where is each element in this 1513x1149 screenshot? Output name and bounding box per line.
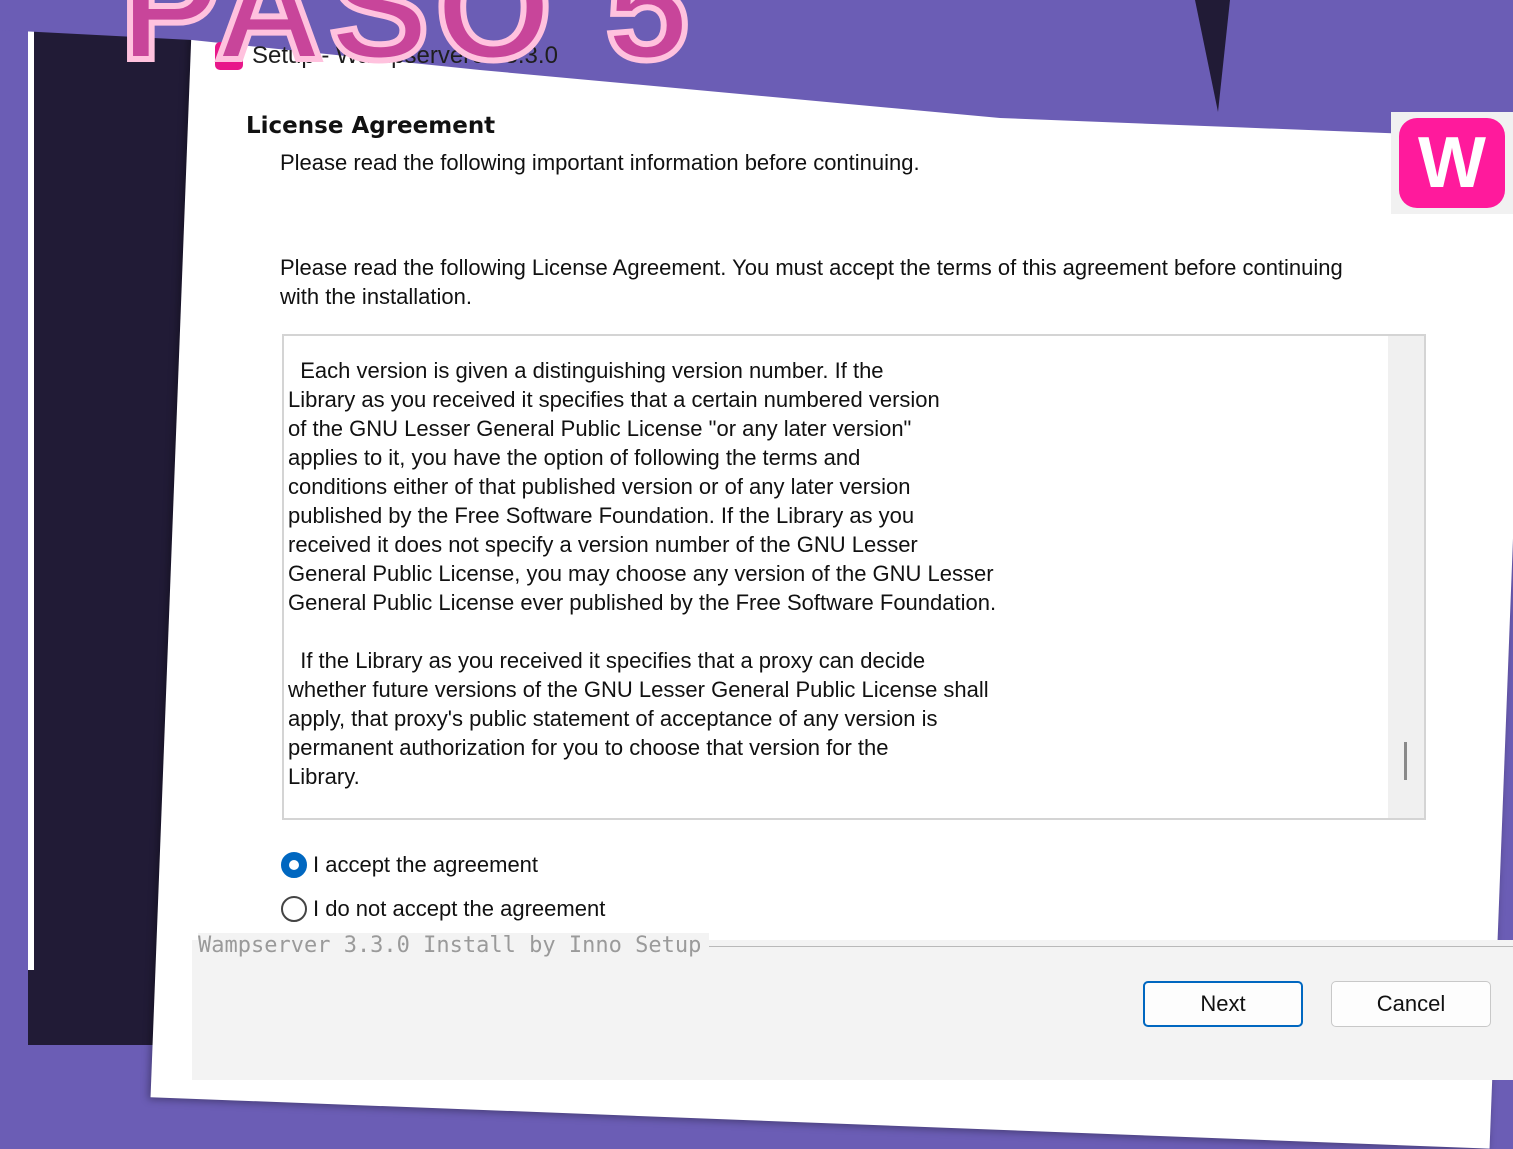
decline-label[interactable]: I do not accept the agreement [313,896,605,922]
scrollbar-thumb[interactable] [1404,742,1407,780]
accept-label[interactable]: I accept the agreement [313,852,538,878]
page-title: License Agreement [246,113,496,139]
dialog-footer-area [192,940,1513,1080]
accept-radio[interactable] [281,852,307,878]
installer-footer-label: Wampserver 3.3.0 Install by Inno Setup [198,933,710,958]
page-subtitle: Please read the following important info… [280,150,920,175]
background-panel-edge [28,0,34,970]
wampserver-logo-icon: W [1399,118,1505,208]
accept-option[interactable]: I accept the agreement [281,852,538,878]
step-heading: PASO 5 [117,0,696,91]
next-button[interactable]: Next [1143,981,1303,1027]
decline-radio[interactable] [281,896,307,922]
license-textbox[interactable]: Each version is given a distinguishing v… [282,334,1426,820]
license-scrollbar[interactable] [1388,336,1424,818]
license-text: Each version is given a distinguishing v… [288,358,997,789]
cancel-button[interactable]: Cancel [1331,981,1491,1027]
license-intro: Please read the following License Agreem… [280,255,1343,309]
wampserver-logo: W [1391,112,1513,214]
decline-option[interactable]: I do not accept the agreement [281,896,605,922]
